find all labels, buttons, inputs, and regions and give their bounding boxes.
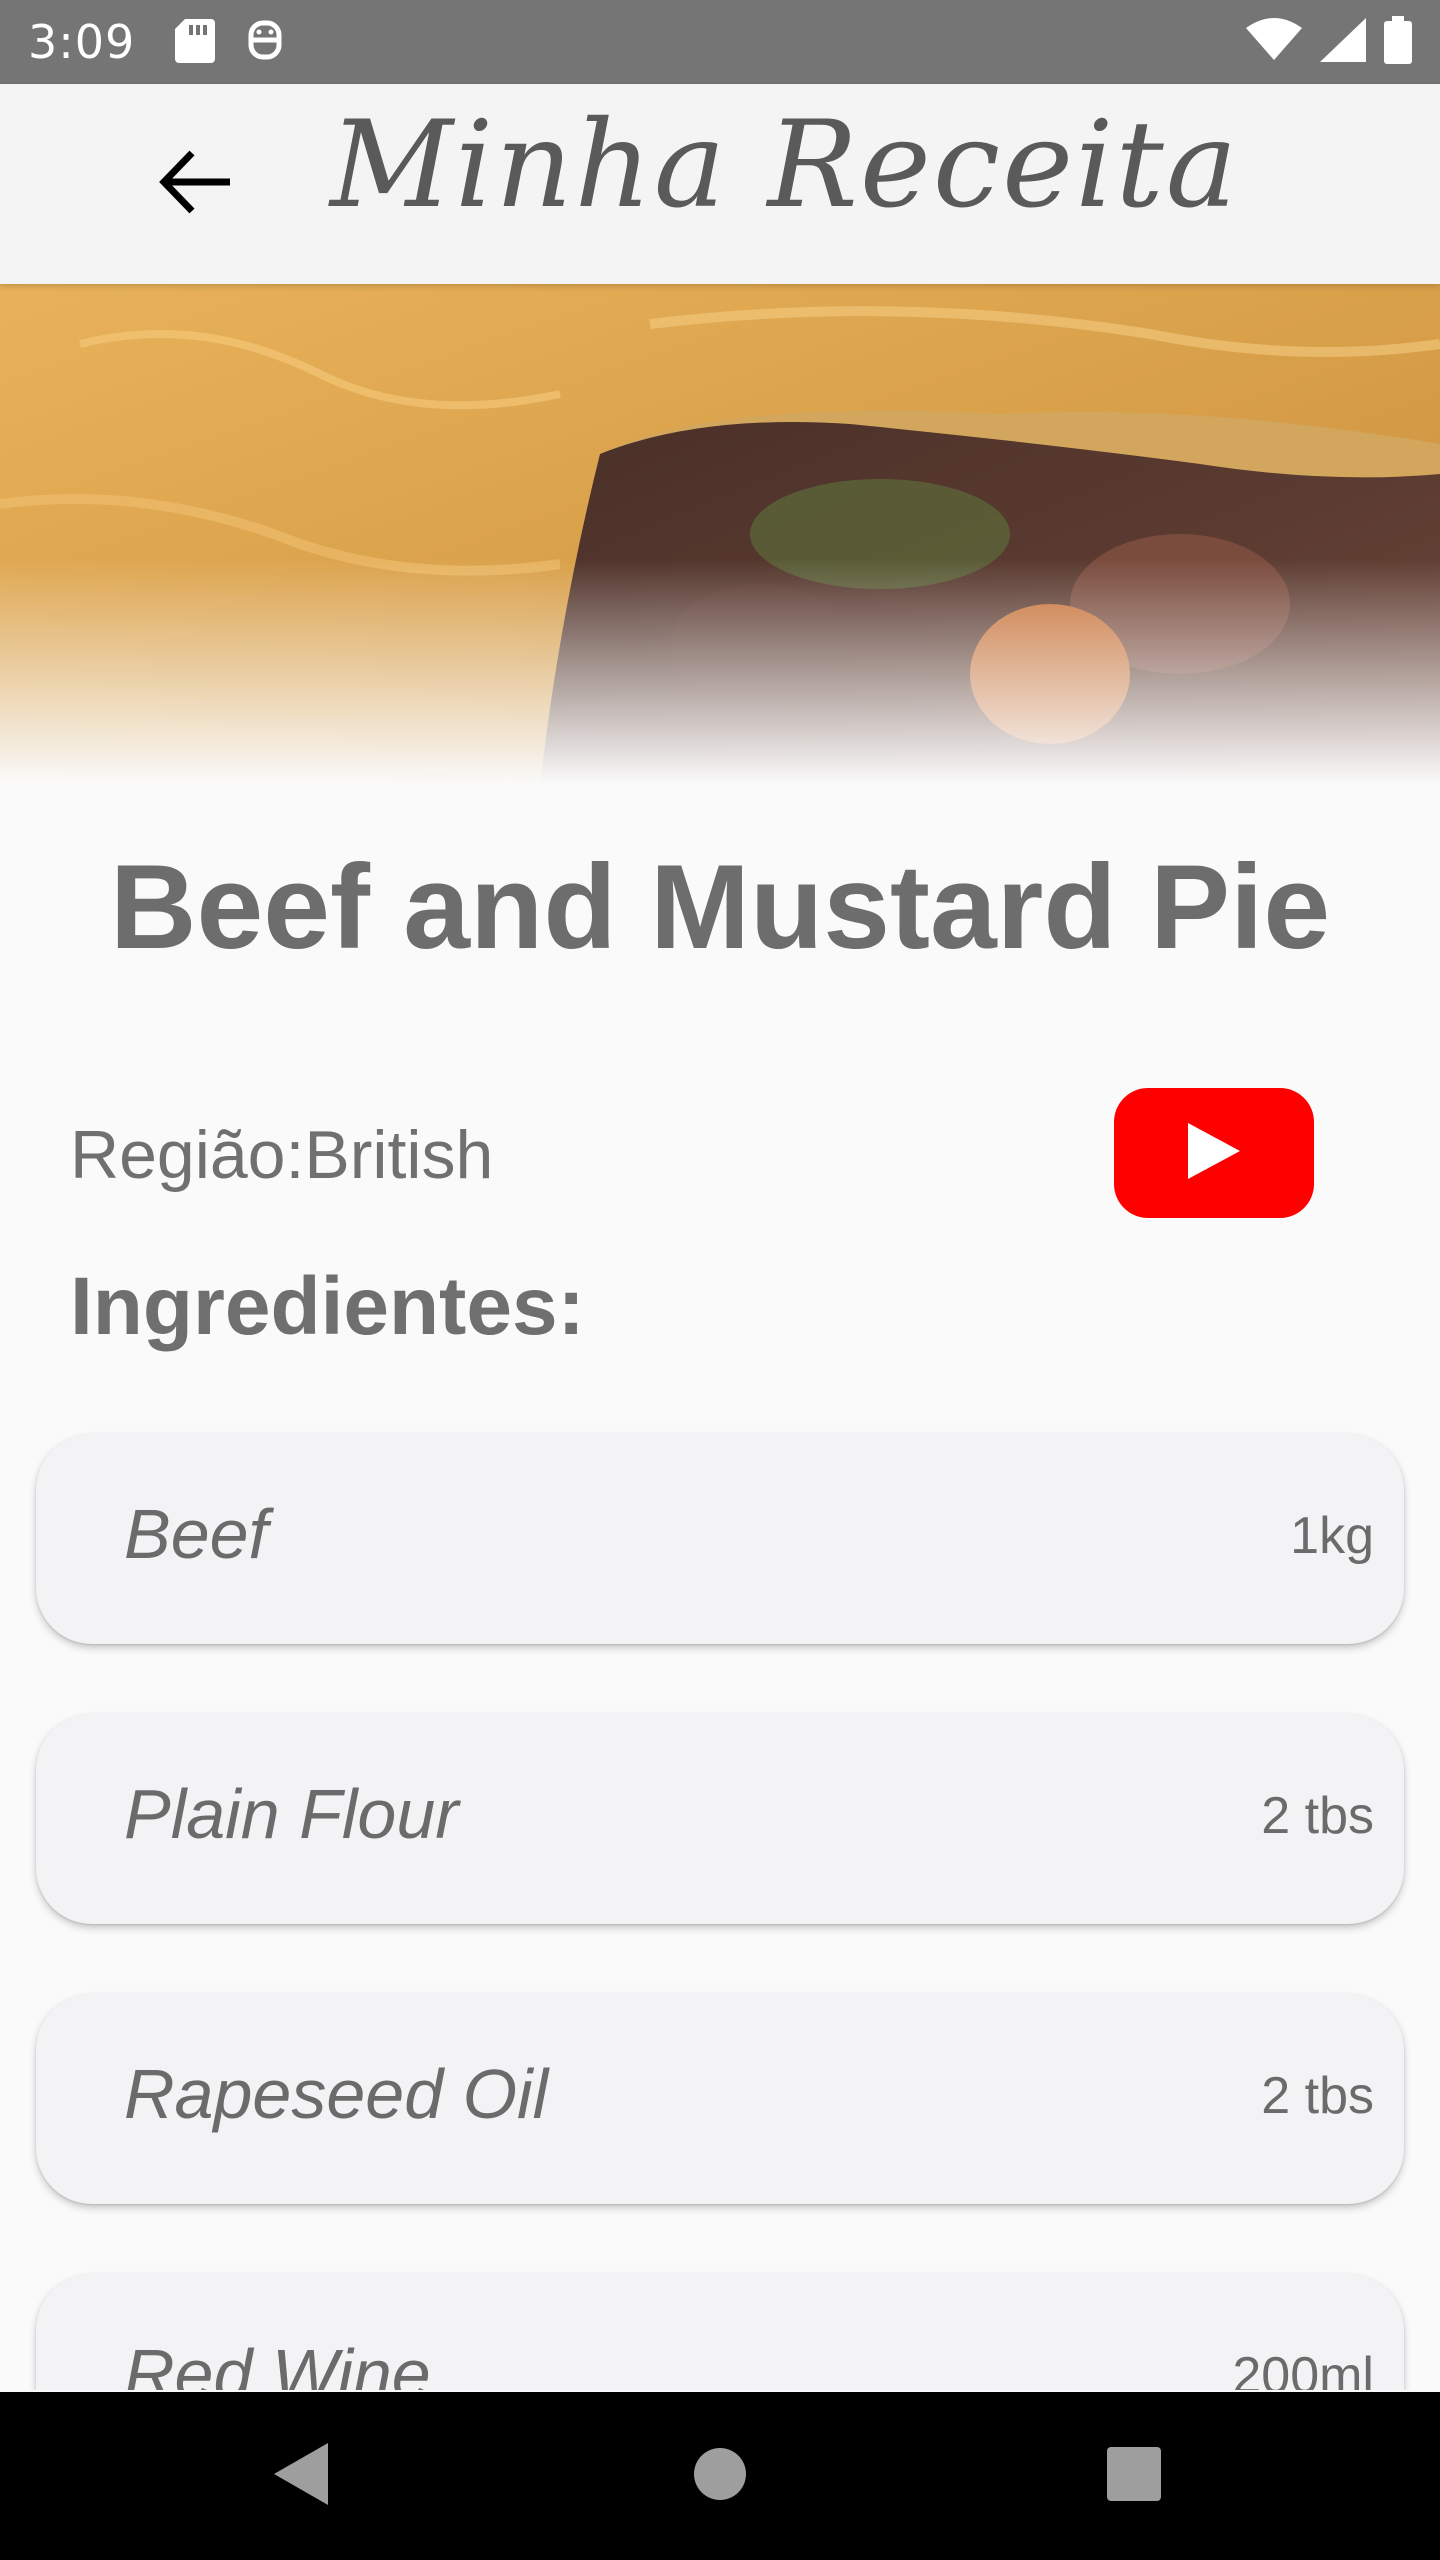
nav-home-icon — [692, 2446, 748, 2507]
ingredient-card[interactable]: Plain Flour 2 tbs — [36, 1714, 1404, 1924]
nav-recents-icon — [1107, 2446, 1161, 2506]
status-bar: 3:09 — [0, 0, 1440, 84]
recipe-title: Beef and Mustard Pie — [109, 840, 1331, 974]
sd-card-icon — [175, 17, 216, 68]
nav-back-icon — [270, 2441, 330, 2512]
app-title: Minha Receita — [330, 96, 1240, 235]
region-label: Região:British — [70, 1117, 494, 1193]
app-bar: Minha Receita — [0, 84, 1440, 284]
nav-back-button[interactable] — [258, 2434, 342, 2518]
ingredient-measure: 200ml — [1232, 2347, 1374, 2390]
arrow-back-icon — [158, 149, 232, 220]
ingredient-name: Plain Flour — [124, 1775, 459, 1853]
ingredient-measure: 2 tbs — [1261, 1787, 1374, 1845]
nav-home-button[interactable] — [678, 2434, 762, 2518]
ingredient-card[interactable]: Rapeseed Oil 2 tbs — [36, 1994, 1404, 2204]
android-debug-icon — [245, 17, 285, 68]
recipe-image — [0, 284, 1440, 784]
battery-icon — [1384, 15, 1412, 69]
ingredient-name: Red Wine — [124, 2335, 431, 2390]
back-button[interactable] — [150, 139, 240, 229]
ingredient-list[interactable]: Beef 1kg Plain Flour 2 tbs Rapeseed Oil … — [0, 1430, 1440, 2390]
ingredient-measure: 1kg — [1290, 1507, 1374, 1565]
region-row: Região:British — [70, 1080, 1370, 1220]
ingredient-card[interactable]: Red Wine 200ml — [36, 2274, 1404, 2390]
nav-recents-button[interactable] — [1092, 2434, 1176, 2518]
youtube-play-icon — [1186, 1121, 1242, 1186]
ingredient-card[interactable]: Beef 1kg — [36, 1434, 1404, 1644]
ingredients-heading: Ingredientes: — [70, 1261, 585, 1352]
signal-icon — [1320, 17, 1366, 67]
status-right-icons — [1246, 15, 1412, 69]
navigation-bar — [0, 2392, 1440, 2560]
ingredient-name: Beef — [124, 1495, 268, 1573]
youtube-button[interactable] — [1114, 1088, 1314, 1218]
wifi-icon — [1246, 17, 1302, 67]
status-time: 3:09 — [28, 15, 136, 69]
ingredient-measure: 2 tbs — [1261, 2067, 1374, 2125]
ingredient-name: Rapeseed Oil — [124, 2055, 549, 2133]
